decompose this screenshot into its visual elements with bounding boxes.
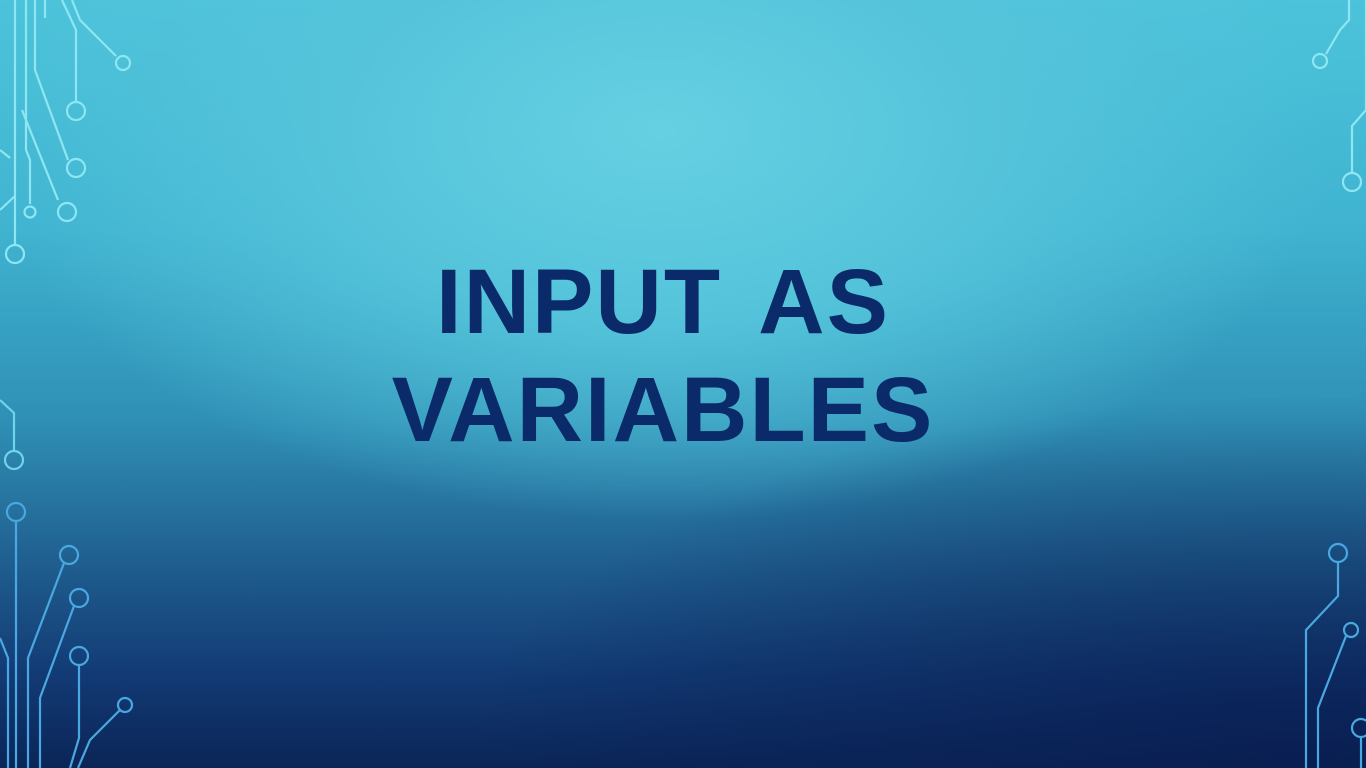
circuit-top-right-icon bbox=[1311, 0, 1366, 193]
circuit-bottom-left-icon bbox=[0, 501, 134, 768]
circuit-left-middle-icon bbox=[0, 399, 25, 471]
slide-title-line-1: INPUT AS bbox=[436, 251, 890, 353]
presentation-slide: INPUT AS VARIABLES bbox=[0, 0, 1366, 768]
circuit-bottom-right-icon bbox=[1304, 542, 1366, 768]
slide-title: INPUT AS VARIABLES bbox=[283, 248, 1043, 464]
slide-title-line-2: VARIABLES bbox=[391, 359, 935, 461]
circuit-top-left-icon bbox=[0, 0, 132, 265]
